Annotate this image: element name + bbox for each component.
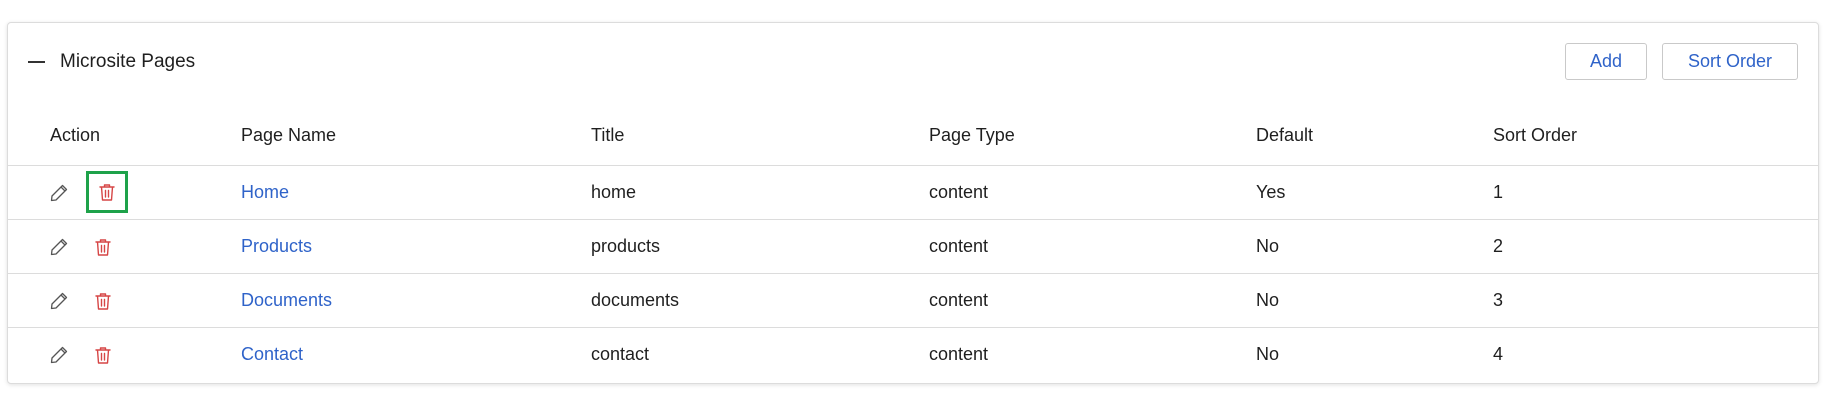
page-type-cell: content — [929, 290, 989, 310]
trash-icon[interactable] — [86, 338, 120, 372]
default-cell: No — [1256, 290, 1280, 310]
column-header-sort-order: Sort Order — [1493, 125, 1578, 145]
minus-icon[interactable] — [28, 61, 45, 63]
column-header-title: Title — [591, 125, 625, 145]
page-name-link[interactable]: Documents — [241, 288, 332, 312]
default-cell: Yes — [1256, 182, 1286, 202]
table-row: Products products content No 2 — [8, 219, 1818, 273]
column-header-page-type: Page Type — [929, 125, 1015, 145]
table-row: Home home content Yes 1 — [8, 165, 1818, 219]
table-row: Documents documents content No 3 — [8, 273, 1818, 327]
pencil-icon[interactable] — [42, 284, 76, 318]
sort-order-cell: 4 — [1493, 344, 1504, 364]
default-cell: No — [1256, 344, 1280, 364]
trash-icon[interactable] — [86, 284, 120, 318]
title-cell: products — [591, 236, 661, 256]
column-header-action: Action — [50, 125, 101, 145]
panel-title: Microsite Pages — [60, 51, 196, 72]
panel-header: Microsite Pages Add Sort Order — [8, 23, 1818, 103]
sort-order-button[interactable]: Sort Order — [1662, 43, 1798, 80]
title-cell: home — [591, 182, 637, 202]
default-cell: No — [1256, 236, 1280, 256]
sort-order-cell: 1 — [1493, 182, 1504, 202]
title-cell: contact — [591, 344, 650, 364]
column-header-default: Default — [1256, 125, 1314, 145]
page-type-cell: content — [929, 344, 989, 364]
page-name-link[interactable]: Contact — [241, 342, 303, 366]
page-type-cell: content — [929, 236, 989, 256]
pencil-icon[interactable] — [42, 230, 76, 264]
microsite-pages-panel: Microsite Pages Add Sort Order Action Pa… — [7, 22, 1819, 384]
title-cell: documents — [591, 290, 680, 310]
add-button[interactable]: Add — [1565, 43, 1647, 80]
table-row: Contact contact content No 4 — [8, 327, 1818, 381]
column-header-page-name: Page Name — [241, 125, 337, 145]
page-type-cell: content — [929, 182, 989, 202]
sort-order-cell: 2 — [1493, 236, 1504, 256]
pencil-icon[interactable] — [42, 338, 76, 372]
page-name-link[interactable]: Home — [241, 180, 289, 204]
page-name-link[interactable]: Products — [241, 234, 312, 258]
trash-icon[interactable] — [86, 230, 120, 264]
trash-icon[interactable] — [86, 171, 128, 213]
sort-order-cell: 3 — [1493, 290, 1504, 310]
pencil-icon[interactable] — [42, 176, 76, 210]
